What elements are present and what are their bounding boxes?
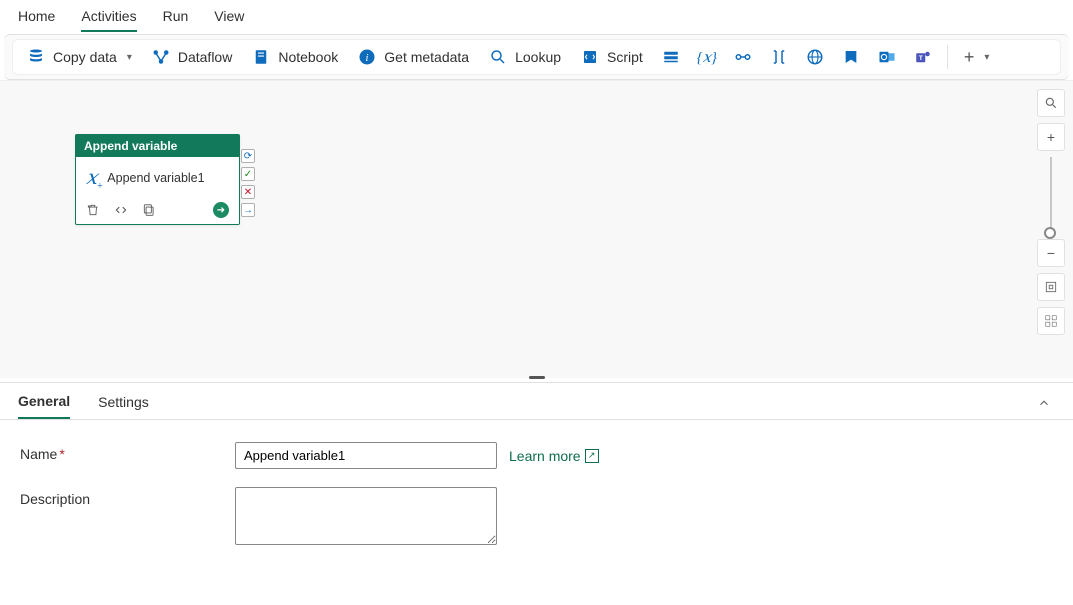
dataflow-icon: [152, 48, 170, 66]
notebook-button[interactable]: Notebook: [244, 44, 346, 70]
toolbar-web[interactable]: [799, 41, 831, 73]
code-icon[interactable]: [114, 203, 128, 217]
chevron-down-icon: ▾: [984, 52, 989, 63]
activities-toolbar: Copy data ▾ Dataflow Notebook i Get meta…: [4, 34, 1069, 80]
zoom-in-button[interactable]: +: [1037, 123, 1065, 151]
activity-name-label: Append variable1: [107, 171, 204, 185]
activity-output-connectors: ⟳ ✓ ✕ →: [241, 149, 255, 217]
copy-data-icon: [27, 48, 45, 66]
learn-more-link[interactable]: Learn more ↗: [509, 442, 599, 469]
fit-icon: [1044, 280, 1058, 294]
notebook-icon: [252, 48, 270, 66]
external-link-icon: ↗: [585, 449, 599, 463]
rows-icon: [662, 48, 680, 66]
details-tab-general[interactable]: General: [18, 389, 70, 419]
details-pane: General Settings Name* Learn more ↗ Desc…: [0, 382, 1073, 585]
connector-fail-icon[interactable]: ✕: [241, 185, 255, 199]
toolbar-outlook[interactable]: [871, 41, 903, 73]
variable-icon: {𝑥}: [697, 48, 717, 67]
zoom-slider-knob[interactable]: [1044, 227, 1056, 239]
connector-success-icon[interactable]: ✓: [241, 167, 255, 181]
teams-icon: T: [914, 48, 932, 66]
chevron-down-icon: ▾: [127, 52, 132, 63]
dataflow-label: Dataflow: [178, 49, 232, 65]
activity-header: Append variable: [76, 135, 239, 157]
search-icon: [1044, 96, 1058, 110]
plus-icon: +: [1047, 129, 1055, 145]
menu-tab-run[interactable]: Run: [163, 6, 189, 30]
activity-node-append-variable[interactable]: Append variable 𝑥+ Append variable1 ➜: [75, 134, 240, 225]
toolbar-extra-3[interactable]: [727, 41, 759, 73]
get-metadata-label: Get metadata: [384, 49, 469, 65]
menu-tab-home[interactable]: Home: [18, 6, 55, 30]
name-field-label: Name*: [20, 442, 235, 469]
description-textarea[interactable]: [235, 487, 497, 545]
toolbar-separator: [947, 45, 948, 69]
minimap-icon: [1044, 314, 1058, 328]
toolbar-extra-4[interactable]: [763, 41, 795, 73]
delete-icon[interactable]: [86, 203, 100, 217]
connector-icon: [734, 48, 752, 66]
splitter-handle[interactable]: [0, 378, 1073, 382]
lookup-button[interactable]: Lookup: [481, 44, 569, 70]
search-icon: [489, 48, 507, 66]
notebook-label: Notebook: [278, 49, 338, 65]
variable-x-icon: 𝑥+: [86, 165, 97, 190]
outlook-icon: [878, 48, 896, 66]
mini-map-button[interactable]: [1037, 307, 1065, 335]
toolbar-bing[interactable]: [835, 41, 867, 73]
connector-skip-icon[interactable]: →: [241, 203, 255, 217]
dataflow-button[interactable]: Dataflow: [144, 44, 240, 70]
script-icon: [581, 48, 599, 66]
zoom-slider[interactable]: [1050, 157, 1052, 233]
pipeline-canvas[interactable]: Append variable 𝑥+ Append variable1 ➜ ⟳ …: [0, 80, 1073, 378]
zoom-out-button[interactable]: −: [1037, 239, 1065, 267]
svg-text:i: i: [366, 53, 369, 64]
toolbar-extra-1[interactable]: [655, 41, 687, 73]
plus-icon: +: [964, 47, 975, 68]
lookup-label: Lookup: [515, 49, 561, 65]
learn-more-label: Learn more: [509, 448, 581, 464]
description-field-label: Description: [20, 487, 235, 545]
info-icon: i: [358, 48, 376, 66]
copy-data-button[interactable]: Copy data ▾: [19, 44, 140, 70]
globe-icon: [806, 48, 824, 66]
add-activity-button[interactable]: + ▾: [956, 43, 998, 72]
script-label: Script: [607, 49, 643, 65]
bookmark-icon: [843, 49, 859, 65]
zoom-fit-button[interactable]: [1037, 273, 1065, 301]
copy-icon[interactable]: [142, 203, 156, 217]
collapse-details-button[interactable]: [1033, 392, 1055, 417]
top-menu-bar: Home Activities Run View: [0, 0, 1073, 34]
run-arrow-icon[interactable]: ➜: [213, 202, 229, 218]
brackets-icon: [770, 48, 788, 66]
name-input[interactable]: [235, 442, 497, 469]
toolbar-variable[interactable]: {𝑥}: [691, 41, 723, 73]
chevron-up-icon: [1037, 396, 1051, 410]
toolbar-teams[interactable]: T: [907, 41, 939, 73]
copy-data-label: Copy data: [53, 49, 117, 65]
details-tab-settings[interactable]: Settings: [98, 390, 149, 418]
script-button[interactable]: Script: [573, 44, 651, 70]
canvas-zoom-panel: + −: [1037, 89, 1065, 335]
canvas-search-button[interactable]: [1037, 89, 1065, 117]
get-metadata-button[interactable]: i Get metadata: [350, 44, 477, 70]
connector-retry-icon[interactable]: ⟳: [241, 149, 255, 163]
minus-icon: −: [1047, 245, 1055, 261]
menu-tab-activities[interactable]: Activities: [81, 6, 136, 32]
menu-tab-view[interactable]: View: [214, 6, 244, 30]
